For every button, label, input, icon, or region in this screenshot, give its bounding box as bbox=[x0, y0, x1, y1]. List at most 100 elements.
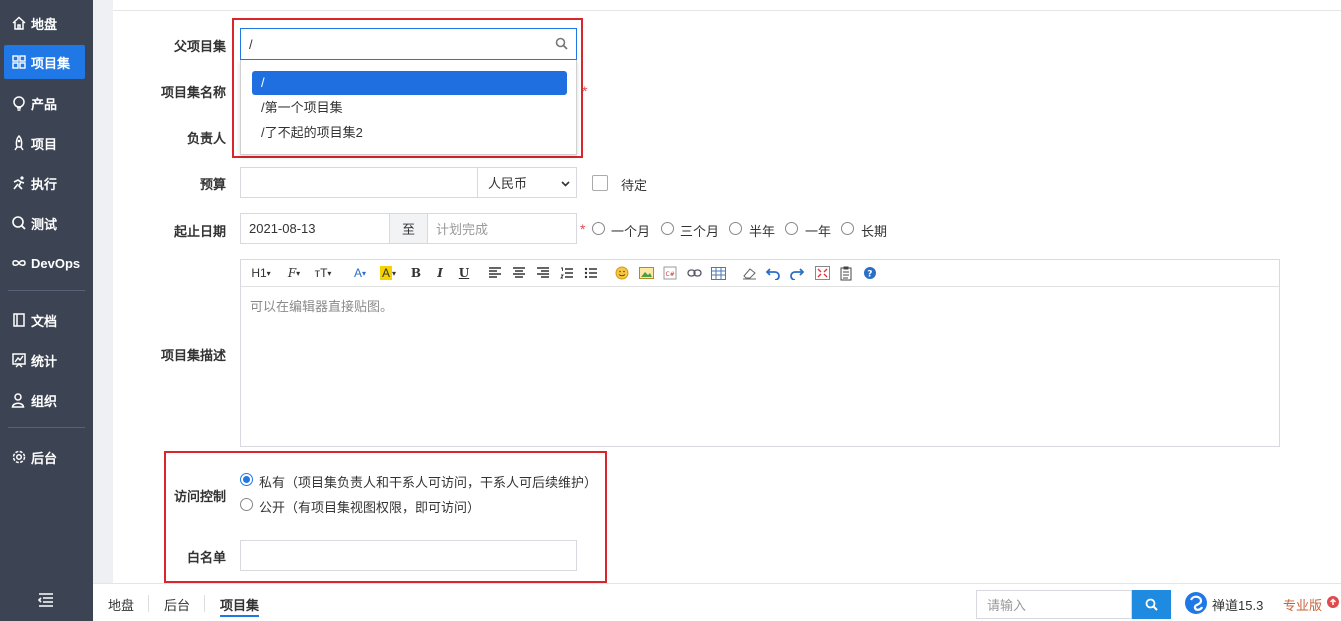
align-left-icon[interactable] bbox=[487, 264, 503, 282]
parent-search-input[interactable]: / bbox=[240, 28, 577, 60]
parent-option[interactable]: / bbox=[252, 71, 567, 95]
search-icon bbox=[1145, 598, 1158, 611]
rocket-icon bbox=[11, 135, 27, 151]
breadcrumb-admin[interactable]: 后台 bbox=[164, 595, 190, 614]
sidebar-item-execution[interactable]: 执行 bbox=[4, 166, 85, 200]
sidebar-divider bbox=[8, 290, 85, 291]
divider bbox=[113, 10, 1341, 11]
budget-input[interactable] bbox=[240, 167, 478, 198]
italic-button[interactable]: I bbox=[433, 264, 447, 282]
emoji-icon[interactable] bbox=[614, 264, 630, 282]
editor-toolbar: H1 ▾ F ▾ тT ▾ A ▾ A ▾ B I U C# ? bbox=[241, 260, 1279, 287]
sidebar-item-project[interactable]: 项目 bbox=[4, 126, 85, 160]
breadcrumb-dashboard[interactable]: 地盘 bbox=[108, 595, 134, 614]
sidebar-item-label: DevOps bbox=[31, 255, 81, 271]
home-icon bbox=[11, 15, 27, 31]
sidebar-item-admin[interactable]: 后台 bbox=[4, 440, 85, 474]
owner-label: 负责人 bbox=[186, 131, 226, 146]
whitelist-label: 白名单 bbox=[186, 550, 226, 565]
date-label: 起止日期 bbox=[173, 224, 226, 239]
font-size-button[interactable]: тT ▾ bbox=[312, 264, 334, 282]
sidebar-item-company[interactable]: 组织 bbox=[4, 383, 85, 417]
svg-text:?: ? bbox=[867, 270, 872, 280]
ordered-list-icon[interactable] bbox=[559, 264, 575, 282]
edition-label[interactable]: 专业版 bbox=[1283, 595, 1322, 614]
link-icon[interactable] bbox=[686, 264, 702, 282]
code-icon[interactable]: C# bbox=[662, 264, 678, 282]
sidebar-item-devops[interactable]: DevOps bbox=[4, 246, 85, 280]
eraser-icon[interactable] bbox=[741, 264, 757, 282]
acl-private-radio[interactable] bbox=[240, 473, 253, 486]
lightbulb-icon bbox=[11, 95, 27, 111]
currency-select[interactable]: 人民币 bbox=[477, 167, 577, 198]
sidebar-item-label: 产品 bbox=[31, 96, 58, 112]
background-color-button[interactable]: A ▾ bbox=[377, 264, 399, 282]
undo-icon[interactable] bbox=[765, 264, 781, 282]
menu-collapse-icon[interactable] bbox=[36, 591, 56, 609]
duration-radio-long[interactable] bbox=[841, 222, 854, 235]
users-icon bbox=[11, 392, 27, 408]
sidebar-item-doc[interactable]: 文档 bbox=[4, 303, 85, 337]
gear-icon bbox=[11, 449, 27, 465]
table-icon[interactable] bbox=[710, 264, 726, 282]
chevron-down-icon bbox=[561, 181, 570, 187]
sidebar-item-label: 后台 bbox=[31, 450, 58, 466]
sidebar-item-test[interactable]: 测试 bbox=[4, 206, 85, 240]
end-date-input[interactable]: 计划完成 bbox=[427, 213, 577, 244]
duration-radio-3m[interactable] bbox=[661, 222, 674, 235]
sidebar-item-label: 执行 bbox=[31, 176, 58, 192]
version-label[interactable]: 禅道15.3 bbox=[1212, 595, 1263, 614]
bottom-bar: 地盘 后台 项目集 请输入 禅道15.3 专业版 bbox=[93, 583, 1341, 621]
search-icon bbox=[555, 37, 568, 50]
main-content: 父项目集 项目集名称 * 负责人 预算 人民币 待定 起止日期 2021-08-… bbox=[113, 0, 1341, 583]
duration-radio-half[interactable] bbox=[729, 222, 742, 235]
parent-dropdown: / /第一个项目集 /了不起的项目集2 bbox=[240, 60, 577, 155]
heading-button[interactable]: H1 ▾ bbox=[249, 264, 273, 282]
currency-value: 人民币 bbox=[488, 176, 528, 191]
bold-button[interactable]: B bbox=[409, 264, 423, 282]
image-icon[interactable] bbox=[638, 264, 654, 282]
sidebar-item-label: 文档 bbox=[31, 313, 58, 329]
paste-icon[interactable] bbox=[838, 264, 854, 282]
description-editor[interactable]: H1 ▾ F ▾ тT ▾ A ▾ A ▾ B I U C# ? 可以在编辑器直接 bbox=[240, 259, 1280, 447]
duration-label: 三个月 bbox=[680, 224, 720, 239]
whitelist-input[interactable] bbox=[240, 540, 577, 571]
sidebar-item-report[interactable]: 统计 bbox=[4, 343, 85, 377]
run-icon bbox=[11, 175, 27, 191]
parent-option[interactable]: /第一个项目集 bbox=[252, 96, 567, 120]
budget-pending-checkbox[interactable] bbox=[592, 175, 608, 191]
global-search-input[interactable]: 请输入 bbox=[976, 590, 1132, 619]
help-icon[interactable]: ? bbox=[862, 264, 878, 282]
bullet-list-icon[interactable] bbox=[583, 264, 599, 282]
redo-icon[interactable] bbox=[789, 264, 805, 282]
upgrade-icon[interactable] bbox=[1327, 596, 1339, 608]
parent-option[interactable]: /了不起的项目集2 bbox=[252, 121, 567, 145]
font-color-button[interactable]: A ▾ bbox=[351, 264, 369, 282]
global-search-button[interactable] bbox=[1132, 590, 1171, 619]
acl-public-radio[interactable] bbox=[240, 498, 253, 511]
infinity-icon bbox=[11, 255, 27, 271]
sidebar-divider bbox=[8, 427, 85, 428]
acl-public-label: 公开（有项目集视图权限，即可访问） bbox=[259, 500, 481, 515]
sidebar-item-product[interactable]: 产品 bbox=[4, 86, 85, 120]
duration-radio-1y[interactable] bbox=[785, 222, 798, 235]
budget-label: 预算 bbox=[199, 177, 226, 192]
start-date-input[interactable]: 2021-08-13 bbox=[240, 213, 390, 244]
duration-label: 一个月 bbox=[611, 224, 651, 239]
duration-radio-1m[interactable] bbox=[592, 222, 605, 235]
svg-text:C#: C# bbox=[666, 271, 675, 278]
sidebar-item-label: 测试 bbox=[31, 216, 58, 232]
fullscreen-icon[interactable] bbox=[814, 264, 830, 282]
sidebar-item-dashboard[interactable]: 地盘 bbox=[4, 6, 85, 40]
date-separator: 至 bbox=[389, 213, 428, 244]
font-family-button[interactable]: F ▾ bbox=[284, 264, 304, 282]
underline-button[interactable]: U bbox=[457, 264, 471, 282]
align-right-icon[interactable] bbox=[535, 264, 551, 282]
align-center-icon[interactable] bbox=[511, 264, 527, 282]
duration-label: 一年 bbox=[805, 224, 832, 239]
breadcrumb-program[interactable]: 项目集 bbox=[220, 595, 260, 617]
grid-icon bbox=[11, 54, 27, 70]
sidebar-item-program[interactable]: 项目集 bbox=[4, 45, 85, 79]
sidebar-item-label: 项目 bbox=[31, 136, 58, 152]
required-mark: * bbox=[580, 221, 586, 237]
